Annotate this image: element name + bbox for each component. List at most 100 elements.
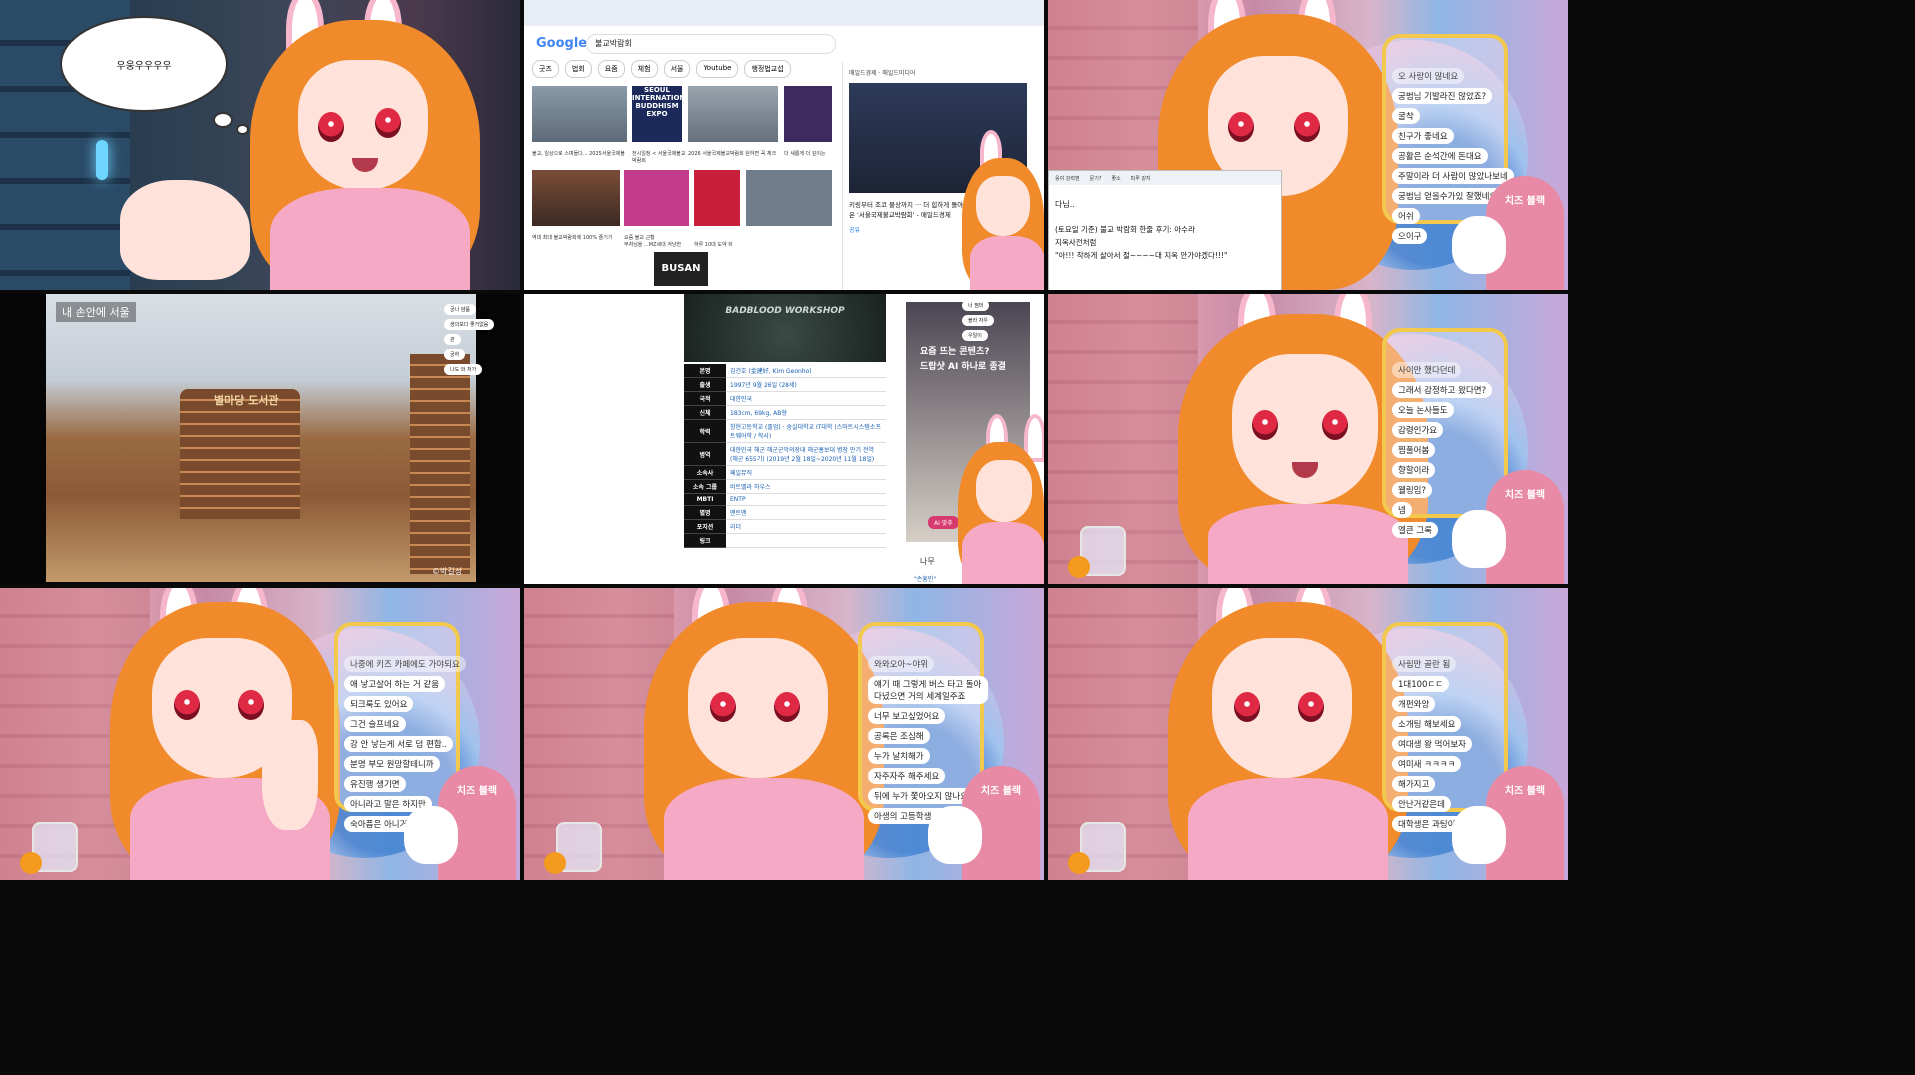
ad-button[interactable]: AI 맞추 [928, 516, 959, 529]
result-thumb-3[interactable] [688, 86, 778, 142]
tile-5-wiki-profile: BADBLOOD WORKSHOP 본명 김건호 (金建好, Kim Geonho… [524, 294, 1044, 584]
chat-message: 분명 부모 원망할테니까 [344, 756, 440, 772]
infobox-value[interactable] [726, 533, 886, 548]
infobox-key: 신체 [684, 405, 726, 420]
sign-text: 치즈 블랙 [1504, 786, 1546, 797]
chip-experience[interactable]: 체험 [630, 60, 658, 78]
chip-dharma[interactable]: 법회 [564, 60, 592, 78]
chat-message: 너 찜머 [962, 300, 990, 311]
chat-message: 되크룩도 있어요 [344, 696, 414, 712]
tile-3-avatar-notepad: 오 사랑이 많네요 궁범님 기발라진 않았죠? 굴착 친구가 좋네요 공활은 순… [1048, 0, 1568, 290]
chat-message: 와와오아~야위 [868, 656, 935, 672]
infobox-key: 별명 [684, 505, 726, 520]
infobox-value[interactable]: 183cm, 69kg, AB형 [726, 405, 886, 420]
result-caption-8: 하루 10대 도약 뒤 [694, 242, 733, 248]
chat-message: 넴 [1392, 502, 1412, 518]
infobox-value[interactable]: 리더 [726, 519, 886, 534]
sign-text: 치즈 블랙 [980, 786, 1022, 797]
tile-9-avatar-closed-eyes: 사림만 골란 됨 1대100ㄷㄷ 개펀와앙 소개팅 해보세요 여대생 왕 먹어보… [1048, 588, 1568, 880]
thought-dot [213, 112, 233, 128]
result-caption-2: 전시일정 < 서울국제불교박람회 [632, 151, 686, 164]
result-thumb-2[interactable]: SEOUL INTERNATIONAL BUDDHISM EXPO [632, 86, 695, 142]
infobox-row: 소속 그룹 비트벨라 하우스 [684, 479, 886, 494]
notepad-tab[interactable]: 문기? [1090, 175, 1102, 182]
avatar-face [688, 638, 828, 778]
infobox-key: 링크 [684, 533, 726, 548]
pip-avatar-face [976, 176, 1030, 236]
chat-message: 1대100ㄷㄷ [1392, 676, 1450, 692]
related-label[interactable]: 나무 [920, 556, 935, 567]
chat-message: 나중에 키즈 카페에도 가야되요 [344, 656, 466, 672]
notepad-tab[interactable]: 좋소 [1111, 175, 1120, 182]
bunny-mascot [404, 806, 458, 864]
avatar-outfit [1188, 778, 1388, 880]
result-caption-4: 더 새롭게 더 깊이는 [784, 151, 826, 157]
infobox-value[interactable]: 1997년 9월 26일 (28세) [726, 377, 886, 392]
busan-thumb[interactable]: BUSAN [654, 252, 708, 286]
chat-message: 소개팅 해보세요 [1392, 716, 1462, 732]
tile-7-avatar-peace: 나중에 키즈 카페에도 가야되요 애 낳고살어 하는 거 같움 되크룩도 있어요… [0, 588, 520, 880]
infobox-row: 학력 창현고등학교 (졸업) · 숭실대학교 IT대학 (스마트시스템소프트웨어학… [684, 419, 886, 443]
related-link[interactable]: "손흥민" [914, 574, 936, 583]
notepad-line: 지옥사전처럼 [1055, 238, 1097, 247]
seoul-logo: 내 손안에 서울 [56, 302, 136, 322]
chip-admin-law[interactable]: 행정법교섭 [744, 60, 791, 78]
infobox-row: 링크 [684, 533, 886, 548]
infobox-value[interactable]: 비트벨라 하우스 [726, 479, 886, 494]
avatar-outfit [664, 778, 864, 880]
notepad-window[interactable]: 웅야 강력편 문기? 좋소 피루 같지 다님.. (토요일 기준) 불교 박람회… [1048, 170, 1282, 290]
result-thumb-1[interactable] [532, 86, 627, 142]
chat-message: 사림만 골란 됨 [1392, 656, 1457, 672]
thought-bubble: 우웅우우우우 [60, 16, 228, 112]
infobox-value[interactable]: 맨트맨 [726, 505, 886, 520]
chip-recent[interactable]: 요즘 [597, 60, 625, 78]
chat-message: 유진행 생기면 [344, 776, 406, 792]
infobox-key: 국적 [684, 391, 726, 406]
avatar-eye-left [318, 112, 344, 142]
result-thumb-7[interactable] [694, 170, 740, 226]
infobox-key: 소속 그룹 [684, 479, 726, 494]
chat-message: 궁나 얌품 [444, 304, 476, 315]
chat-message: 너무 보고싶었어요 [868, 708, 946, 724]
chip-youtube[interactable]: Youtube [696, 60, 739, 78]
infobox: 본명 김건호 (金建好, Kim Geonho) 출생 1997년 9월 26일 (2… [684, 364, 886, 548]
notepad-tab[interactable]: 웅야 강력편 [1055, 175, 1080, 182]
infobox-row: 출생 1997년 9월 26일 (28세) [684, 377, 886, 392]
chat-message: 여대생 왕 먹어보자 [1392, 736, 1472, 752]
chip-goods[interactable]: 굿즈 [532, 60, 559, 78]
search-input[interactable]: 불교박람회 [586, 34, 836, 54]
infobox-value[interactable]: 대한민국 [726, 391, 886, 406]
infobox-row: MBTI ENTP [684, 493, 886, 506]
result-thumb-4[interactable] [784, 86, 832, 142]
result-thumb-8[interactable] [746, 170, 832, 226]
infobox-value[interactable]: ENTP [726, 493, 886, 506]
infobox-value[interactable]: 대한민국 해군 해군군악의장대 해군홍보대 병장 만기 전역 (해군 655기)… [726, 442, 886, 466]
side-panel-headline[interactable]: 키링부터 조코 불상까지 ··· 더 힙하게 돌아온 '서울국제불교박람회' -… [849, 199, 969, 219]
chat-message: 강 안 낳는게 서로 덤 편함.. [344, 736, 454, 752]
blue-light [96, 140, 108, 180]
pip-avatar-face [976, 460, 1032, 522]
avatar-eye-left [174, 690, 200, 720]
chat-message: 그건 슬프네요 [344, 716, 406, 732]
result-caption-1: 불교, 일상으로 스며들다... 2025서울국제불 [532, 151, 625, 157]
chat-message: 궁하 [444, 349, 466, 360]
result-thumb-5[interactable] [532, 170, 620, 226]
google-logo[interactable]: Google [536, 36, 587, 51]
avatar-eye-right [774, 692, 800, 722]
notepad-tab[interactable]: 피루 같지 [1131, 175, 1151, 182]
infobox-value[interactable]: 창현고등학교 (졸업) · 숭실대학교 IT대학 (스마트시스템소프트웨어학 /… [726, 419, 886, 443]
result-caption-7: 부처님을 ...MZ세대 겨냥한 [624, 242, 682, 248]
infobox-value[interactable]: 김건호 (金建好, Kim Geonho) [726, 364, 886, 378]
infobox-key: 병역 [684, 442, 726, 466]
side-chat: 너 찜머 볼라 자우 우일이 [956, 296, 1000, 345]
infobox-value[interactable]: 페일뮤직 [726, 465, 886, 480]
avatar-eye-left [1252, 410, 1278, 440]
chat-message: 관 [444, 334, 461, 345]
notepad-title-line: 다님.. [1055, 200, 1075, 209]
chat-message: 공활은 순석간에 돈대요 [1392, 148, 1488, 164]
avatar-outfit [270, 188, 470, 290]
sign-text: 치즈 블랙 [1504, 490, 1546, 501]
chip-seoul[interactable]: 서울 [663, 60, 691, 78]
result-thumb-6[interactable] [624, 170, 689, 226]
photo-watermark: ©박길성 [432, 567, 463, 576]
